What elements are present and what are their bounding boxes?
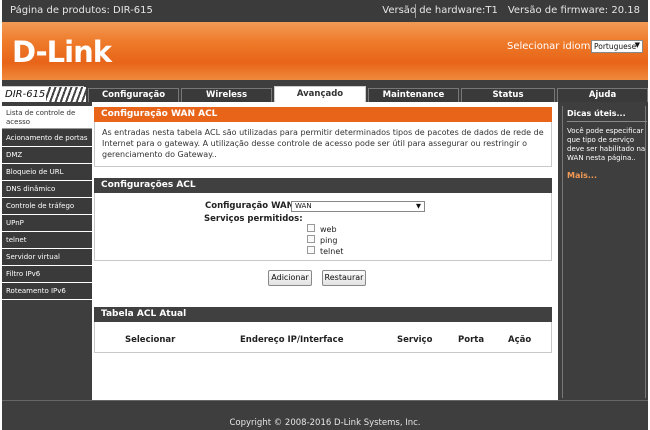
model-label: DIR-615 [2,86,86,104]
col-action: Ação [508,335,532,345]
intro-text: As entradas nesta tabela ACL são utiliza… [94,122,552,167]
help-text: Você pode especificar que tipo de serviç… [567,127,646,162]
chevron-down-icon: ▼ [416,202,421,210]
tab-status[interactable]: Status [461,88,555,102]
help-panel: Dicas úteis... Você pode especificar que… [558,102,648,400]
service-web-checkbox[interactable] [307,224,315,232]
tab-wireless[interactable]: Wireless [181,88,272,102]
service-telnet-label: telnet [320,247,344,256]
col-port: Porta [458,335,485,345]
brand-banner: D-Link Selecionar idioma Portuguese ▼ [2,22,648,80]
tab-configuracao[interactable]: Configuração [88,88,179,102]
page-title: Configuração WAN ACL [94,107,552,122]
service-telnet-checkbox[interactable] [307,246,315,254]
firmware-version: Versão de firmware: 20.18 [507,5,640,16]
acl-section-header: Configurações ACL [94,178,552,193]
top-info-bar: Página de produtos: DIR-615 Versão de ha… [2,0,648,22]
router-page: Página de produtos: DIR-615 Versão de ha… [2,0,648,430]
tab-avancado[interactable]: Avançado [274,86,366,102]
footer: Copyright © 2008-2016 D-Link Systems, In… [2,400,648,430]
version-info: Versão de hardware:T1 Versão de firmware:… [382,5,640,16]
sidebar-item-upnp[interactable]: UPnP [2,215,92,232]
acl-table-header: Tabela ACL Atual [94,307,552,322]
sidebar-item-virtual-server[interactable]: Servidor virtual [2,249,92,266]
col-select: Selecionar [125,335,176,345]
main-nav: DIR-615 Configuração Wireless Avançado M… [2,80,648,104]
sidebar-item-traffic-control[interactable]: Controle de tráfego [2,198,92,215]
sidebar: Lista de controle de acesso Acionamento … [2,102,92,400]
wan-config-value: WAN [295,202,312,210]
copyright-text: Copyright © 2008-2016 D-Link Systems, In… [229,418,421,428]
chevron-down-icon: ▼ [634,41,640,49]
help-box: Dicas úteis... Você pode especificar que… [562,106,647,398]
sidebar-item-dmz[interactable]: DMZ [2,147,92,164]
model-name: DIR-615 [5,89,46,100]
sidebar-item-ddns[interactable]: DNS dinâmico [2,181,92,198]
sidebar-item-url-block[interactable]: Bloqueio de URL [2,164,92,181]
wan-config-label: Configuração WAN: [205,201,298,211]
language-value: Portuguese [594,42,637,51]
tab-maintenance[interactable]: Maintenance [368,88,459,102]
col-ip-interface: Endereço IP/Interface [240,335,344,345]
help-divider [567,121,647,122]
services-label: Serviços permitidos: [204,214,303,224]
main-content: Configuração WAN ACL As entradas nesta t… [92,102,558,400]
service-web-label: web [320,225,337,234]
service-ping-label: ping [320,236,338,245]
service-ping-checkbox[interactable] [307,235,315,243]
add-button[interactable]: Adicionar [268,270,312,286]
sidebar-item-acl[interactable]: Lista de controle de acesso [2,106,92,129]
language-select[interactable]: Portuguese ▼ [591,40,643,53]
sidebar-item-telnet[interactable]: telnet [2,232,92,249]
language-label: Selecionar idioma [507,41,597,52]
hardware-version: Versão de hardware:T1 [382,5,498,16]
sidebar-item-ipv6-filter[interactable]: Filtro IPv6 [2,266,92,283]
reset-button[interactable]: Restaurar [322,270,366,286]
help-title: Dicas úteis... [567,109,626,118]
tab-ajuda[interactable]: Ajuda [557,88,648,102]
help-more-link[interactable]: Mais... [567,171,597,180]
col-service: Serviço [397,335,433,345]
sidebar-item-port-triggering[interactable]: Acionamento de portas [2,130,92,147]
dlink-logo: D-Link [12,35,112,69]
product-page-label: Página de produtos: DIR-615 [10,5,153,16]
wan-config-select[interactable]: WAN ▼ [291,201,425,212]
sidebar-item-ipv6-routing[interactable]: Roteamento IPv6 [2,283,92,300]
